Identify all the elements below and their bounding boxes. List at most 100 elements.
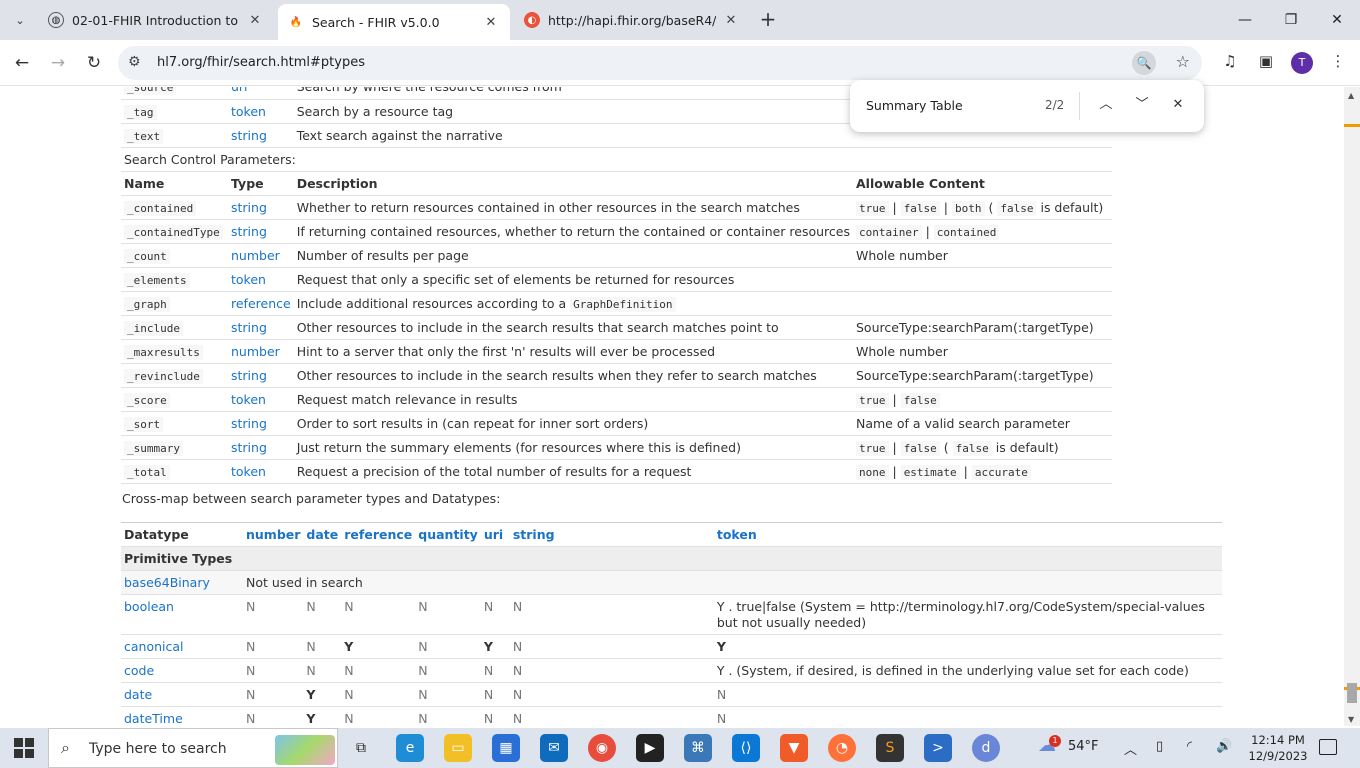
battery-icon[interactable]: ▯	[1156, 739, 1163, 754]
site-info-icon[interactable]: ⚙	[128, 54, 141, 70]
allow-sep: |	[892, 391, 897, 407]
tab-hapi[interactable]: ◐ http://hapi.fhir.org/baseR4/me ✕	[514, 4, 750, 36]
volume-icon[interactable]: 🔊	[1216, 739, 1232, 754]
find-next-button[interactable]: ﹀	[1132, 95, 1152, 115]
profile-avatar[interactable]: T	[1291, 52, 1313, 74]
map-cell: N	[480, 706, 510, 726]
find-close-button[interactable]: ✕	[1168, 95, 1188, 115]
table-row: canonical N N Y N Y N Y	[121, 634, 1222, 659]
taskbar-search[interactable]: ⌕ Type here to search	[48, 728, 338, 768]
forward-button[interactable]: →	[46, 51, 70, 75]
menu-kebab-icon[interactable]: ⋮	[1327, 52, 1349, 70]
col-header-link[interactable]: quantity	[415, 522, 481, 547]
mail-icon[interactable]: ✉	[540, 734, 568, 762]
col-header-link[interactable]: number	[243, 522, 304, 547]
store-icon[interactable]: ▦	[492, 734, 520, 762]
param-type-link[interactable]: uri	[231, 87, 248, 94]
datatype-link[interactable]: canonical	[124, 639, 184, 654]
datatype-link[interactable]: code	[124, 663, 154, 678]
find-in-page-icon[interactable]: 🔍	[1132, 51, 1156, 75]
param-desc: Order to sort results in (can repeat for…	[293, 411, 853, 436]
fhir-flame-icon: 🔥	[289, 16, 303, 28]
reload-button[interactable]: ↻	[82, 51, 106, 75]
taskbar-clock[interactable]: 12:14 PM 12/9/2023	[1248, 732, 1308, 764]
notification-icon[interactable]	[1319, 739, 1337, 755]
windows-start-icon[interactable]	[14, 738, 34, 758]
tab-fhir-search[interactable]: 🔥 Search - FHIR v5.0.0 ✕	[278, 4, 510, 40]
close-tab-icon[interactable]: ✕	[722, 13, 740, 28]
datatype-link[interactable]: date	[124, 687, 152, 702]
tab-search-dropdown[interactable]: ⌄	[8, 8, 32, 32]
param-allow: container | contained	[853, 219, 1112, 244]
map-cell: Y	[480, 634, 510, 659]
scroll-down-icon[interactable]: ▼	[1348, 715, 1354, 724]
param-type-link[interactable]: number	[231, 344, 280, 359]
close-tab-icon[interactable]: ✕	[246, 13, 264, 28]
powershell-icon[interactable]: >	[924, 734, 952, 762]
python-icon[interactable]: ⌘	[684, 734, 712, 762]
wifi-icon[interactable]: ◜	[1187, 739, 1192, 754]
param-type-link[interactable]: string	[231, 440, 267, 455]
crossmap-caption: Cross-map between search parameter types…	[122, 491, 501, 506]
url-text[interactable]: hl7.org/fhir/search.html#ptypes	[157, 55, 365, 70]
header-row: Name Type Description Allowable Content	[121, 171, 1112, 196]
param-type-link[interactable]: string	[231, 200, 267, 215]
new-tab-button[interactable]: +	[756, 8, 780, 32]
col-header-link[interactable]: uri	[480, 522, 510, 547]
param-desc: Number of results per page	[293, 243, 853, 268]
param-type-link[interactable]: string	[231, 320, 267, 335]
datatype-link[interactable]: boolean	[124, 599, 174, 614]
param-type-link[interactable]: token	[231, 272, 266, 287]
param-type-link[interactable]: number	[231, 248, 280, 263]
chevron-up-icon[interactable]: ︿	[1124, 739, 1137, 758]
allow-text: is default)	[1040, 199, 1104, 215]
param-type-link[interactable]: string	[231, 224, 267, 239]
col-header-link[interactable]: token	[713, 522, 1222, 547]
vertical-scrollbar[interactable]: ▲ ▼	[1344, 87, 1360, 726]
media-control-icon[interactable]: ♫	[1219, 52, 1241, 70]
brave-icon[interactable]: ▼	[780, 734, 808, 762]
dbeaver-icon[interactable]: d	[972, 734, 1000, 762]
edge-icon[interactable]: e	[396, 734, 424, 762]
close-tab-icon[interactable]: ✕	[482, 15, 500, 30]
col-header-link[interactable]: string	[509, 522, 714, 547]
param-type-link[interactable]: token	[231, 104, 266, 119]
allow-token: true	[856, 200, 889, 216]
restore-button[interactable]: ❐	[1268, 0, 1314, 40]
scrollbar-thumb[interactable]	[1347, 683, 1357, 703]
allow-token: none	[856, 464, 889, 480]
param-type-link[interactable]: token	[231, 464, 266, 479]
map-cell: N	[341, 594, 416, 635]
file-explorer-icon[interactable]: ▭	[444, 734, 472, 762]
find-previous-button[interactable]: ︿	[1096, 95, 1116, 115]
firefox-icon[interactable]: ◔	[828, 734, 856, 762]
allow-token: false	[997, 200, 1037, 216]
close-window-button[interactable]: ✕	[1314, 0, 1360, 40]
param-type-link[interactable]: string	[231, 128, 267, 143]
datatype-link[interactable]: base64Binary	[124, 575, 210, 590]
param-desc: Request match relevance in results	[293, 387, 853, 412]
param-name: _total	[124, 464, 170, 480]
param-type-link[interactable]: string	[231, 416, 267, 431]
task-view-icon[interactable]: ⧉	[347, 734, 375, 762]
vscode-icon[interactable]: ⟨⟩	[732, 734, 760, 762]
tab-fhir-intro[interactable]: ◍ 02-01-FHIR Introduction to Sea ✕	[38, 4, 274, 36]
param-type-link[interactable]: token	[231, 392, 266, 407]
chrome-icon[interactable]: ◉	[588, 734, 616, 762]
side-panel-icon[interactable]: ▣	[1255, 52, 1277, 70]
col-header-link[interactable]: reference	[341, 522, 416, 547]
bookmark-star-icon[interactable]: ☆	[1176, 52, 1190, 71]
find-input[interactable]: Summary Table	[866, 98, 963, 113]
param-type-link[interactable]: string	[231, 368, 267, 383]
weather-temp[interactable]: 54°F	[1068, 739, 1099, 754]
map-cell: N	[303, 658, 342, 683]
datatype-link[interactable]: dateTime	[124, 711, 183, 726]
terminal-icon[interactable]: ▶	[636, 734, 664, 762]
param-type-link[interactable]: reference	[231, 296, 291, 311]
scroll-up-icon[interactable]: ▲	[1348, 91, 1354, 100]
col-header-link[interactable]: date	[303, 522, 342, 547]
minimize-button[interactable]: —	[1222, 0, 1268, 40]
sublime-icon[interactable]: S	[876, 734, 904, 762]
address-bar[interactable]: ⚙ hl7.org/fhir/search.html#ptypes 🔍 ☆	[118, 46, 1202, 80]
back-button[interactable]: ←	[10, 51, 34, 75]
